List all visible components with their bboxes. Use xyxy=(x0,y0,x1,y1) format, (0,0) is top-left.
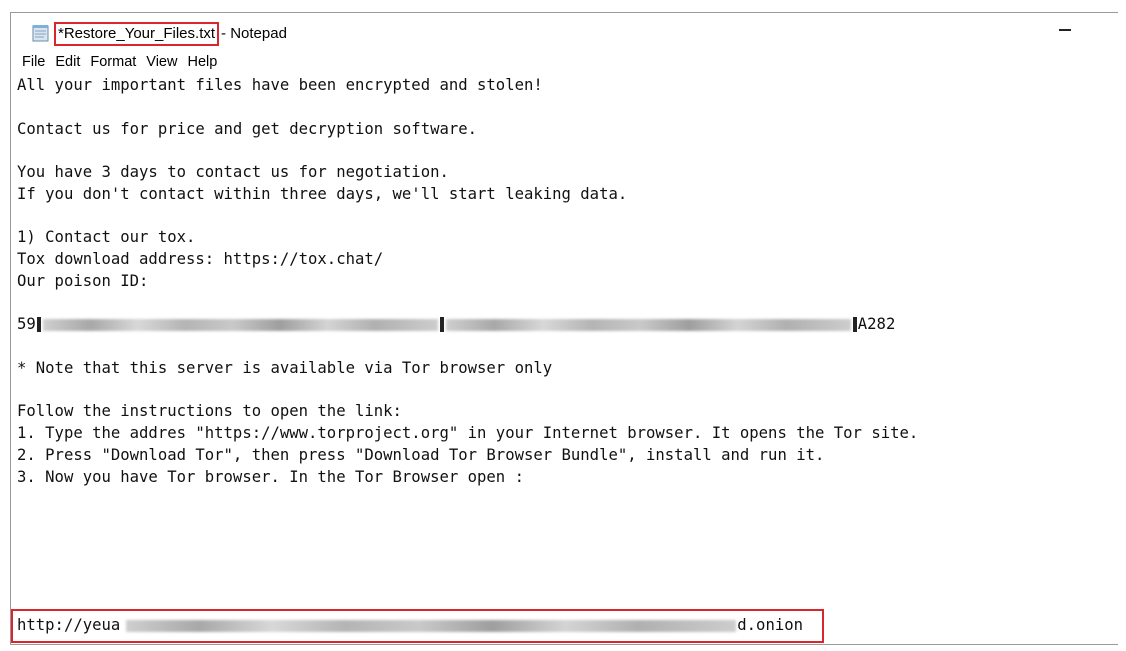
menu-help[interactable]: Help xyxy=(182,51,222,74)
notepad-icon xyxy=(31,23,51,43)
note-line: Tox download address: https://tox.chat/ xyxy=(17,250,384,268)
text-editor[interactable]: All your important files have been encry… xyxy=(11,74,1118,644)
note-line: 2. Press "Download Tor", then press "Dow… xyxy=(17,446,825,464)
redacted-url-part xyxy=(126,619,737,632)
poison-id-line: 59 A282 xyxy=(17,313,895,335)
note-line: Follow the instructions to open the link… xyxy=(17,402,402,420)
redacted-id-part xyxy=(445,318,851,331)
poison-id-suffix: A282 xyxy=(857,315,896,333)
note-line: Contact us for price and get decryption … xyxy=(17,120,478,138)
menu-bar: File Edit Format View Help xyxy=(11,51,1118,74)
note-line: * Note that this server is available via… xyxy=(17,359,553,377)
menu-view[interactable]: View xyxy=(141,51,182,74)
note-line: All your important files have been encry… xyxy=(17,76,543,94)
notepad-window: *Restore_Your_Files.txt - Notepad File E… xyxy=(10,12,1118,645)
note-line: If you don't contact within three days, … xyxy=(17,185,628,203)
menu-edit[interactable]: Edit xyxy=(50,51,85,74)
note-line: 3. Now you have Tor browser. In the Tor … xyxy=(17,468,524,486)
redaction-mark xyxy=(852,317,857,332)
redaction-mark xyxy=(439,317,444,332)
onion-url-prefix: http://yeua xyxy=(17,616,121,634)
note-line: 1) Contact our tox. xyxy=(17,228,196,246)
redaction-mark xyxy=(36,317,41,332)
minimize-icon xyxy=(1059,29,1071,31)
title-app-name: - Notepad xyxy=(221,25,287,42)
menu-format[interactable]: Format xyxy=(85,51,141,74)
title-bar: *Restore_Your_Files.txt - Notepad xyxy=(11,13,1118,51)
window-title: *Restore_Your_Files.txt - Notepad xyxy=(54,22,287,46)
redacted-id-part xyxy=(42,318,438,331)
title-filename-highlight: *Restore_Your_Files.txt xyxy=(54,22,220,46)
note-line: Our poison ID: xyxy=(17,272,149,290)
onion-url-suffix: d.onion xyxy=(737,616,803,634)
note-line: You have 3 days to contact us for negoti… xyxy=(17,163,449,181)
poison-id-prefix: 59 xyxy=(17,315,36,333)
onion-url-line: http://yeua d.onion xyxy=(17,614,803,636)
minimize-button[interactable] xyxy=(1056,21,1074,39)
menu-file[interactable]: File xyxy=(17,51,50,74)
note-line: 1. Type the addres "https://www.torproje… xyxy=(17,424,919,442)
